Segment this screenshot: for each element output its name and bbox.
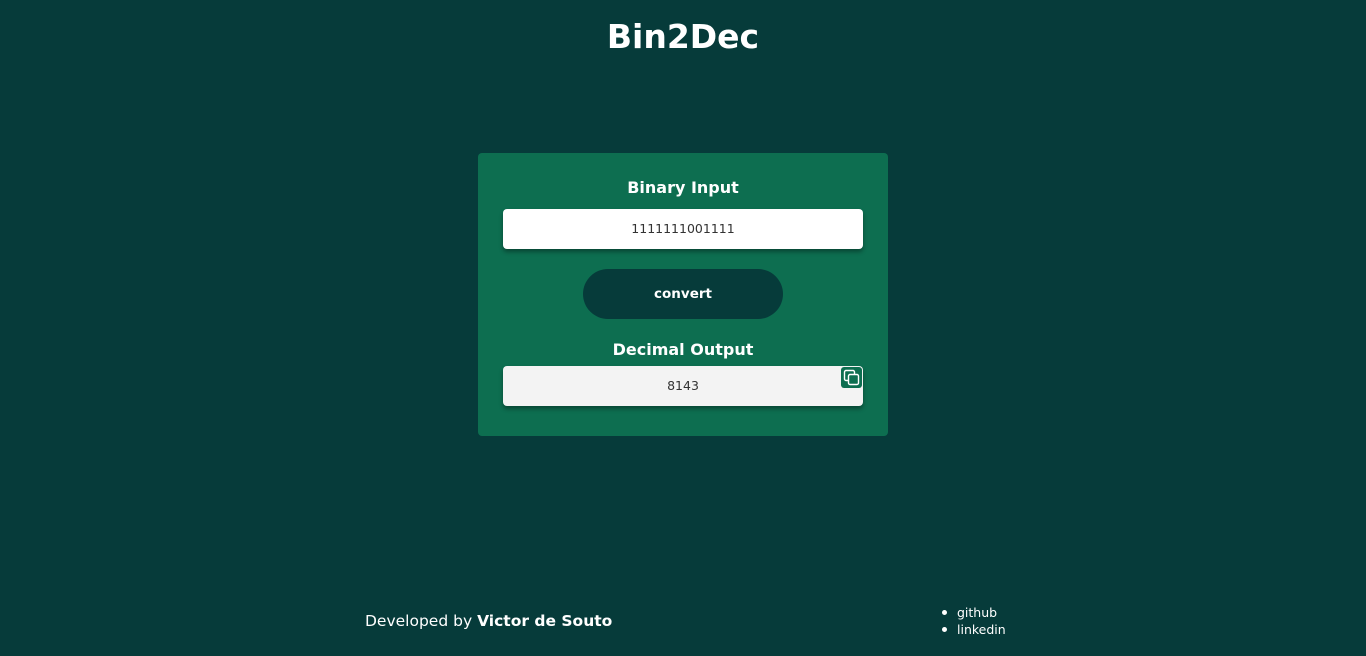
footer-links: github linkedin — [941, 604, 1006, 638]
footer-credit: Developed by Victor de Souto — [365, 609, 612, 633]
decimal-output-value: 8143 — [667, 378, 699, 393]
binary-input-label: Binary Input — [627, 178, 739, 197]
page: Bin2Dec Binary Input convert Decimal Out… — [0, 0, 1366, 656]
decimal-output: 8143 — [503, 366, 863, 406]
converter-card: Binary Input convert Decimal Output 8143 — [478, 153, 888, 436]
footer-link-item: linkedin — [941, 621, 1006, 638]
footer-link-item: github — [941, 604, 1006, 621]
page-title: Bin2Dec — [606, 17, 760, 56]
linkedin-link[interactable]: linkedin — [957, 622, 1006, 637]
copy-button[interactable] — [841, 367, 862, 388]
copy-icon — [843, 369, 860, 386]
credit-prefix: Developed by — [365, 612, 473, 630]
github-link[interactable]: github — [957, 605, 997, 620]
decimal-output-label: Decimal Output — [612, 340, 754, 359]
binary-input[interactable] — [503, 209, 863, 249]
author-name: Victor de Souto — [477, 612, 613, 630]
convert-button[interactable]: convert — [583, 269, 783, 319]
